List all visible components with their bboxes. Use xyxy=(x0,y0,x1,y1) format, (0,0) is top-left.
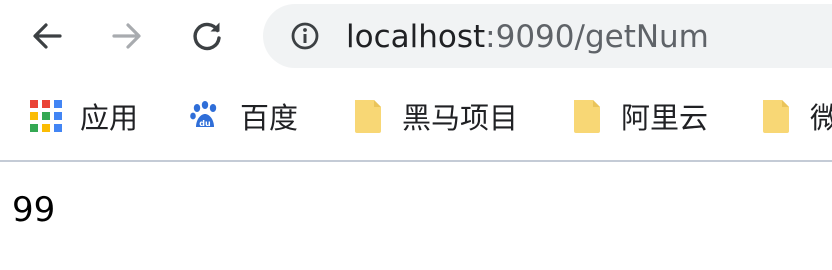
bookmark-apps[interactable]: 应用 xyxy=(30,95,138,137)
bookmark-label: 阿里云 xyxy=(621,101,709,135)
back-button[interactable] xyxy=(25,14,69,58)
info-circle-icon[interactable] xyxy=(290,21,320,51)
url-path: :9090/getNum xyxy=(485,19,709,55)
reload-icon xyxy=(193,22,221,51)
folder-icon xyxy=(574,100,600,133)
bookmark-folder-heima[interactable]: 黑马项目 xyxy=(352,95,518,137)
bookmark-label: 百度 xyxy=(240,101,299,135)
browser-toolbar: localhost:9090/getNum xyxy=(0,0,832,78)
svg-text:du: du xyxy=(199,119,211,128)
arrow-left-icon xyxy=(33,23,62,49)
bookmarks-bar: 应用 du 百度 黑马项目 阿里云 xyxy=(0,78,832,162)
bookmark-label: 应用 xyxy=(80,101,139,135)
url-text[interactable]: localhost:9090/getNum xyxy=(346,17,709,57)
bookmark-label: 黑马项目 xyxy=(402,101,519,135)
response-body-text: 99 xyxy=(12,190,56,230)
url-host: localhost xyxy=(346,19,486,55)
forward-button[interactable] xyxy=(105,14,149,58)
address-bar[interactable]: localhost:9090/getNum xyxy=(263,4,832,68)
folder-icon xyxy=(763,100,789,133)
bookmark-label: 微 xyxy=(810,95,832,137)
arrow-right-icon xyxy=(112,23,141,49)
apps-grid-icon xyxy=(30,100,62,132)
reload-button[interactable] xyxy=(185,14,229,58)
browser-window: localhost:9090/getNum 应用 du 百度 黑马项目 阿里云 … xyxy=(0,0,832,270)
bookmark-baidu[interactable]: du 百度 xyxy=(188,95,298,137)
folder-icon xyxy=(355,100,381,133)
baidu-paw-icon: du xyxy=(190,101,217,128)
bookmark-folder-aliyun[interactable]: 阿里云 xyxy=(571,95,708,137)
bookmark-folder-wei[interactable]: 微 xyxy=(760,95,832,137)
page-content: 99 xyxy=(0,162,832,270)
